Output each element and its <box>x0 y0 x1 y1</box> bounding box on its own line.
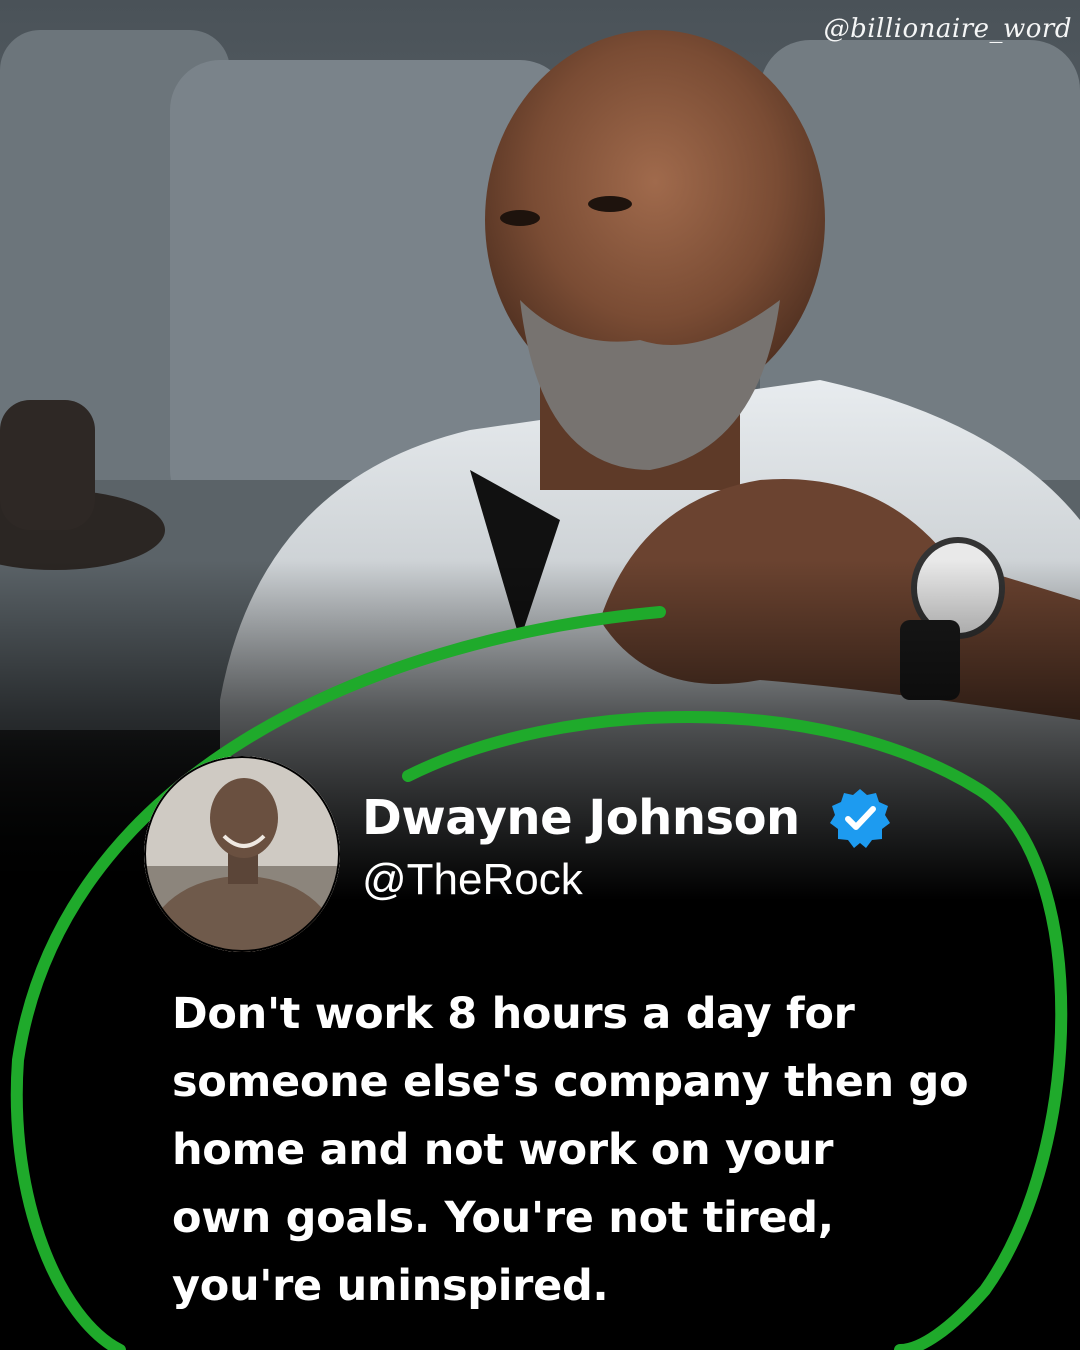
post-text-line: home and not work on your <box>172 1125 834 1175</box>
author-handle[interactable]: @TheRock <box>362 858 583 902</box>
post-text-line: you're uninspired. <box>172 1261 609 1311</box>
author-name[interactable]: Dwayne Johnson <box>362 794 800 842</box>
avatar[interactable] <box>144 756 340 952</box>
post-text-line: Don't work 8 hours a day for <box>172 989 855 1039</box>
post-image: @billionaire_word Dwayne Johnson @TheRoc… <box>0 0 1080 1350</box>
avatar-photo <box>144 756 340 952</box>
verified-badge-icon <box>829 789 890 848</box>
watermark-handle: @billionaire_word <box>823 14 1072 44</box>
header-photo <box>0 0 1080 900</box>
post-text-line: own goals. You're not tired, <box>172 1193 834 1243</box>
author-row: Dwayne Johnson <box>362 786 892 850</box>
post-text-line: someone else's company then go <box>172 1057 969 1107</box>
post-text: Don't work 8 hours a day for someone els… <box>172 980 972 1320</box>
